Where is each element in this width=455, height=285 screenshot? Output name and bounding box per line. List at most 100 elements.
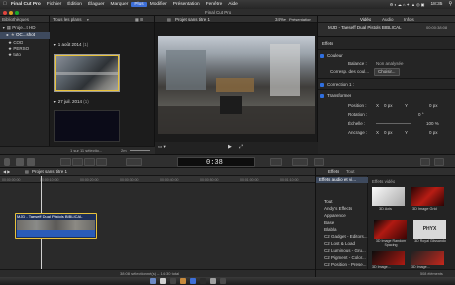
transform-checkbox[interactable] xyxy=(320,94,324,98)
category-item[interactable]: C2 Gadget - Editors... xyxy=(324,234,368,240)
effect-tile[interactable]: PHYX 3D Royal Glissando xyxy=(411,220,449,248)
library-item-project[interactable]: ▼ ▦ Proje...t HD xyxy=(2,25,50,31)
disclosure-icon[interactable]: ▼ xyxy=(53,100,56,104)
browser-bottom-bar: 1 sur 11 sélectio... 2m xyxy=(50,146,155,154)
category-item[interactable]: C2 Lost & Load xyxy=(324,241,355,247)
group-header-1[interactable]: ▼ 1 août 2014 (1) xyxy=(53,42,88,48)
menu-item-file[interactable]: Fichier xyxy=(44,2,64,7)
viewer-video-frame[interactable] xyxy=(158,36,315,134)
category-item[interactable]: Tout xyxy=(324,199,333,205)
effect-tile[interactable]: 3D Image Random Spacing xyxy=(372,220,410,248)
scale-slider[interactable] xyxy=(376,123,411,124)
menu-item-more[interactable]: Plus xyxy=(131,2,147,7)
snapping-icon[interactable] xyxy=(314,158,324,166)
dock-item[interactable] xyxy=(170,278,176,284)
tab-info[interactable]: Infos xyxy=(404,17,414,23)
anchor-y-value[interactable]: 0 px xyxy=(429,130,438,136)
dock-item[interactable] xyxy=(200,278,206,284)
overwrite-button[interactable] xyxy=(96,158,107,166)
apple-icon[interactable]:  xyxy=(0,2,8,7)
menu-app[interactable]: Final Cut Pro xyxy=(8,2,44,7)
effect-tile[interactable]: 3D Axis xyxy=(372,187,405,212)
category-item[interactable]: Apparence xyxy=(324,213,346,219)
menu-item-edit[interactable]: Édition xyxy=(64,2,85,7)
zoom-button[interactable] xyxy=(15,11,19,15)
rotation-label: Rotation : xyxy=(348,112,368,117)
menu-item-window[interactable]: Fenêtre xyxy=(203,2,226,7)
browser-filter[interactable]: Tous les plans xyxy=(53,17,82,23)
search-icon[interactable]: ⚲ xyxy=(445,2,455,7)
timecode-extra-button[interactable] xyxy=(270,158,282,166)
scale-value[interactable]: 100 % xyxy=(426,121,439,127)
category-header[interactable]: Effets audio et vi... xyxy=(316,177,368,183)
toggle-icon[interactable]: ▭ ▾ xyxy=(158,144,166,150)
library-item-selected[interactable]: ► ★ OC...shot xyxy=(0,32,50,39)
tab-audio[interactable]: Audio xyxy=(382,17,394,23)
viewer-zoom[interactable]: 34% xyxy=(275,17,284,23)
background-task-icon[interactable] xyxy=(292,158,308,166)
microphone-icon[interactable] xyxy=(4,158,10,166)
clip-name: MJD - Taeseff Dual Pistols BIBLICAL xyxy=(328,25,402,30)
effects-footer: 508 éléments xyxy=(316,269,455,277)
chevron-down-icon[interactable]: ▾ xyxy=(284,17,286,23)
disclosure-icon[interactable]: ▼ xyxy=(2,26,5,30)
viewer-view-menu[interactable]: Présentation xyxy=(289,17,311,23)
effects-browser-button[interactable] xyxy=(420,158,430,166)
minimize-button[interactable] xyxy=(9,11,13,15)
group-header-2[interactable]: ▼ 27 juil. 2014 (1) xyxy=(53,99,89,105)
timeline-clip[interactable]: MJD - Taeseff Dual Pistols BIBLICAL xyxy=(15,213,97,239)
menu-item-view[interactable]: Présentation xyxy=(170,2,203,7)
dock-item[interactable] xyxy=(220,278,226,284)
clip-thumbnail-1[interactable] xyxy=(54,54,120,92)
effect-label: 3D Image Random Spacing xyxy=(375,239,407,248)
effects-browser-subtab[interactable]: Tout xyxy=(346,169,355,175)
color-checkbox[interactable] xyxy=(320,54,324,58)
match-button[interactable]: Choisir... xyxy=(374,68,400,76)
effects-browser-header: Effets Tout xyxy=(316,168,455,176)
clip-thumbnail-2[interactable] xyxy=(54,110,120,142)
category-item[interactable]: Andy's Effects xyxy=(324,206,352,212)
timecode-display[interactable]: 0:38 xyxy=(177,157,255,167)
keyword-icon[interactable] xyxy=(27,158,35,166)
effect-tile[interactable]: 3D Image... xyxy=(372,251,405,269)
library-item-tuto[interactable]: ★ tuto xyxy=(8,52,21,58)
category-item[interactable]: Blabla xyxy=(324,227,337,233)
tool-select-button[interactable] xyxy=(126,158,142,166)
category-item[interactable]: Base xyxy=(324,220,334,226)
dock-item[interactable] xyxy=(180,278,186,284)
fullscreen-icon[interactable]: ⤢ xyxy=(239,144,243,150)
dock-item[interactable] xyxy=(160,278,166,284)
play-icon[interactable]: ▶ xyxy=(228,144,232,150)
close-button[interactable] xyxy=(3,11,7,15)
dock-item[interactable] xyxy=(210,278,216,284)
menu-item-mark[interactable]: Marquer xyxy=(107,2,131,7)
effect-tile[interactable]: 3D Image Grid xyxy=(411,187,444,212)
back-icon[interactable]: ◀ ▶ xyxy=(3,169,10,175)
disclosure-icon[interactable]: ► xyxy=(6,33,9,37)
append-button[interactable] xyxy=(84,158,95,166)
category-item[interactable]: C2 Position - Prese... xyxy=(324,262,367,268)
correction-checkbox[interactable] xyxy=(320,83,324,87)
effect-tile[interactable]: 3D Image... xyxy=(411,251,444,269)
menu-item-trim[interactable]: Élaguer xyxy=(85,2,108,7)
transitions-browser-button[interactable] xyxy=(434,158,444,166)
timeline-header: ◀ ▶ ▤ Projet sans titre 1 xyxy=(0,168,315,176)
category-item[interactable]: C2 Pigment - Color... xyxy=(324,255,366,261)
position-y-value[interactable]: 0 px xyxy=(429,103,438,109)
rotation-value[interactable]: 0 ° xyxy=(418,112,424,118)
zoom-slider[interactable] xyxy=(130,150,150,151)
menu-item-modify[interactable]: Modifier xyxy=(147,2,170,7)
menu-item-help[interactable]: Aide xyxy=(225,2,241,7)
import-icon[interactable] xyxy=(16,158,24,166)
category-item[interactable]: C2 Luminous - Gru... xyxy=(324,248,366,254)
insert-button[interactable] xyxy=(72,158,83,166)
chevron-down-icon[interactable]: ▾ xyxy=(87,17,89,23)
disclosure-icon[interactable]: ▼ xyxy=(53,43,56,47)
dock-item[interactable] xyxy=(150,278,156,284)
browser-view-icons[interactable]: ▦ ☰ xyxy=(135,17,143,23)
dock-item[interactable] xyxy=(190,278,196,284)
position-x-value[interactable]: 0 px xyxy=(384,103,393,109)
anchor-x-value[interactable]: 0 px xyxy=(384,130,393,136)
tab-video[interactable]: Vidéo xyxy=(360,17,371,23)
connect-button[interactable] xyxy=(60,158,71,166)
